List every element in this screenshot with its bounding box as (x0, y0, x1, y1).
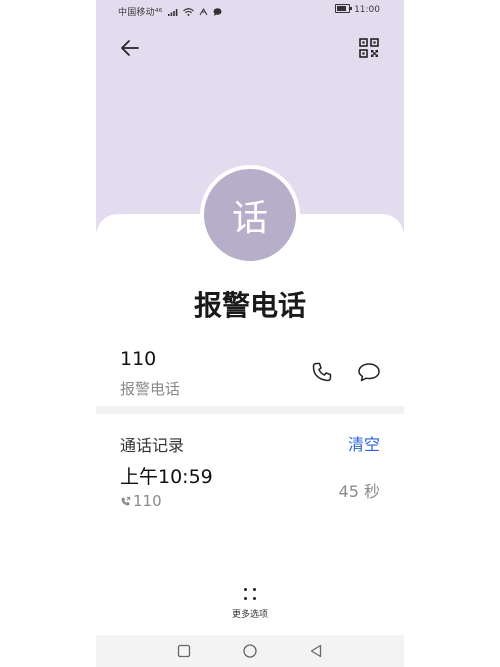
qr-code-icon (359, 38, 379, 58)
status-right: 11:00 (335, 4, 380, 15)
outgoing-call-icon (121, 496, 131, 506)
system-nav-bar (96, 635, 404, 667)
more-options-button[interactable]: 更多选项 (220, 586, 280, 620)
carrier-info: 中国移动⁴⁶ (118, 5, 222, 18)
message-button[interactable] (356, 360, 382, 384)
home-button[interactable] (242, 643, 258, 659)
back-button[interactable] (118, 36, 142, 60)
message-icon (358, 363, 380, 382)
phone-number: 110 (120, 348, 157, 370)
chat-notification-icon (213, 8, 222, 16)
avatar-text: 话 (231, 198, 268, 239)
status-time: 11:00 (354, 5, 380, 15)
nav-back-button[interactable] (308, 643, 324, 659)
call-entry-number-text: 110 (133, 492, 162, 510)
nfc-icon (199, 8, 208, 16)
call-button[interactable] (310, 360, 334, 384)
wifi-icon (182, 8, 194, 16)
call-entry-time: 上午10:59 (120, 466, 213, 488)
phone-icon (312, 362, 332, 382)
phone-number-label: 报警电话 (120, 380, 181, 398)
battery-icon (335, 4, 353, 13)
section-divider (96, 406, 404, 414)
clear-history-button[interactable]: 清空 (348, 431, 380, 455)
network-type: ⁴⁶ (154, 8, 163, 18)
call-entry-number: 110 (120, 492, 162, 510)
phone-number-row[interactable]: 110 报警电话 (96, 342, 404, 404)
status-bar: 中国移动⁴⁶ 11:00 (96, 0, 404, 22)
more-options-label: 更多选项 (231, 610, 268, 620)
contact-name: 报警电话 (193, 289, 306, 322)
call-entry-duration: 45 秒 (338, 482, 380, 501)
signal-icon (167, 9, 177, 16)
avatar: 话 (200, 165, 300, 265)
phone-screen: 中国移动⁴⁶ 11:00 话 报警电话 110 报警电话 通话记录 清空 上午1… (96, 0, 404, 667)
arrow-left-icon (121, 40, 139, 56)
circle-icon (243, 644, 257, 658)
square-icon (177, 644, 191, 658)
carrier-name: 中国移动 (118, 8, 155, 18)
more-dots-icon (244, 588, 256, 600)
triangle-back-icon (310, 644, 322, 658)
call-history-title: 通话记录 (120, 436, 185, 455)
qr-code-button[interactable] (358, 37, 380, 59)
recent-apps-button[interactable] (176, 643, 192, 659)
